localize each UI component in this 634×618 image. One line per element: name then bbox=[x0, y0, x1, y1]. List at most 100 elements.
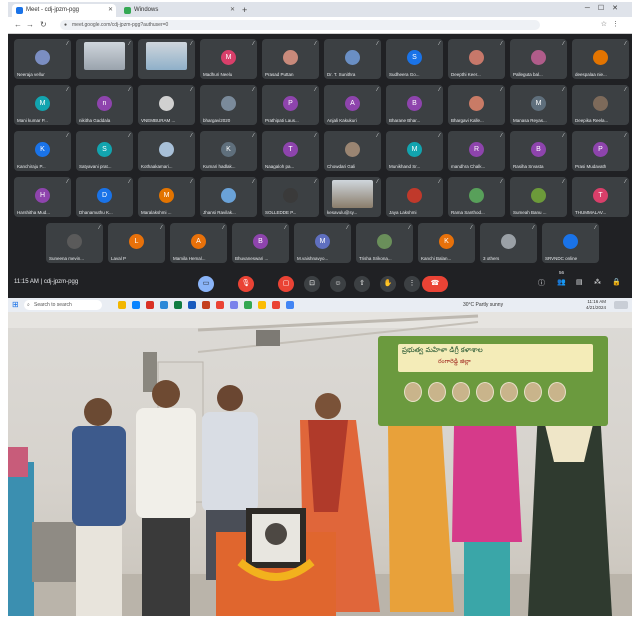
excel-icon[interactable] bbox=[174, 301, 182, 309]
participant-tile[interactable]: H ⁄ Harshitha Mud... bbox=[14, 177, 71, 217]
participant-tile[interactable]: P ⁄ Prathipati Laus... bbox=[262, 85, 319, 125]
captions-icon[interactable]: ▭ bbox=[198, 276, 214, 292]
window-controls[interactable]: ─☐✕ bbox=[585, 3, 626, 15]
edge-icon[interactable] bbox=[132, 301, 140, 309]
participant-tile[interactable]: ⁄ Jaya Lakshmi bbox=[386, 177, 443, 217]
forward-icon[interactable]: → bbox=[26, 19, 34, 31]
participant-tile[interactable]: ⁄ kesavulu@sy... bbox=[324, 177, 381, 217]
participant-tile[interactable]: ⁄ bbox=[138, 39, 195, 79]
participant-tile[interactable]: ⁄ Trisha Srikona... bbox=[356, 223, 413, 263]
avatar bbox=[159, 96, 174, 111]
participant-tile[interactable]: M ⁄ Manasa Reyas... bbox=[510, 85, 567, 125]
system-clock[interactable]: 11:16 AM 4/21/2024 bbox=[586, 299, 606, 311]
banner-portrait bbox=[524, 382, 542, 402]
participant-tile[interactable]: K ⁄ Kumari hadlak... bbox=[200, 131, 257, 171]
word-icon[interactable] bbox=[188, 301, 196, 309]
participant-tile[interactable]: P ⁄ Prasi Mudavath bbox=[572, 131, 629, 171]
participant-tile[interactable]: ⁄ Bhargavi Kalle... bbox=[448, 85, 505, 125]
tab-meet[interactable]: Meet - cdj-jpzm-pgg ✕ bbox=[12, 4, 116, 17]
participant-tile[interactable]: ⁄ Prasad Puttan bbox=[262, 39, 319, 79]
participant-tile[interactable]: n ⁄ nikitha Gaddala bbox=[76, 85, 133, 125]
side-table bbox=[32, 522, 82, 582]
participant-tile[interactable]: ⁄ Deepika Reela... bbox=[572, 85, 629, 125]
emoji-icon[interactable]: ☺ bbox=[330, 276, 346, 292]
participant-tile[interactable]: ⁄ Suneena mevin... bbox=[46, 223, 103, 263]
end-call-button[interactable]: ☎ bbox=[422, 276, 448, 292]
more-options-icon[interactable]: ⋮ bbox=[404, 276, 420, 292]
participant-tile[interactable]: S ⁄ Sudheera Go... bbox=[386, 39, 443, 79]
participant-tile[interactable]: ⁄ SRVNDC online bbox=[542, 223, 599, 263]
participant-tile[interactable]: ⁄ Dr. T. Sunithra bbox=[324, 39, 381, 79]
app-icon[interactable] bbox=[286, 301, 294, 309]
participant-tile[interactable]: M ⁄ Madhuri Neelu bbox=[200, 39, 257, 79]
mic-off-icon[interactable]: 🎙 bbox=[238, 276, 254, 292]
participant-tile[interactable]: ⁄ Kothaakamari... bbox=[138, 131, 195, 171]
participant-tile[interactable]: B ⁄ Bharane Bhar... bbox=[386, 85, 443, 125]
participant-tile[interactable]: ⁄ deespalaa nie... bbox=[572, 39, 629, 79]
close-icon[interactable]: ✕ bbox=[108, 4, 113, 17]
participant-tile[interactable]: ⁄ Palleguta bal... bbox=[510, 39, 567, 79]
avatar: M bbox=[221, 50, 236, 65]
participant-tile[interactable]: B ⁄ Bhuvaneswari ... bbox=[232, 223, 289, 263]
app-icon[interactable] bbox=[244, 301, 252, 309]
participant-tile[interactable]: ⁄ Deepthi Keer... bbox=[448, 39, 505, 79]
participant-tile[interactable]: ⁄ SOLLEDDE P... bbox=[262, 177, 319, 217]
new-tab-icon[interactable]: + bbox=[242, 4, 247, 16]
address-bar[interactable]: ● meet.google.com/cdj-jpzm-pgg?authuser=… bbox=[60, 20, 540, 30]
participant-tile[interactable]: ⁄ 3 others bbox=[480, 223, 537, 263]
participant-tile[interactable]: ⁄ Rama Santhod... bbox=[448, 177, 505, 217]
participant-tile[interactable]: R ⁄ mandhra Chalk... bbox=[448, 131, 505, 171]
file-explorer-icon[interactable] bbox=[118, 301, 126, 309]
app-icon[interactable] bbox=[258, 301, 266, 309]
reload-icon[interactable]: ↻ bbox=[40, 19, 47, 31]
participant-tile[interactable]: ⁄ Neeraja vellur bbox=[14, 39, 71, 79]
taskbar-search[interactable]: ⌕ Search to search bbox=[24, 300, 102, 310]
participant-tile[interactable]: M ⁄ Mani kumar P... bbox=[14, 85, 71, 125]
close-icon[interactable]: ✕ bbox=[230, 4, 235, 17]
chrome-icon[interactable] bbox=[272, 301, 280, 309]
participant-name: Prasad Puttan bbox=[265, 72, 294, 77]
lock-icon: ● bbox=[64, 22, 68, 28]
participant-tile[interactable]: M ⁄ Munikhand Sr... bbox=[386, 131, 443, 171]
back-icon[interactable]: ← bbox=[14, 19, 22, 31]
mail-icon[interactable] bbox=[160, 301, 168, 309]
participant-tile[interactable]: ⁄ Chowdari Gali bbox=[324, 131, 381, 171]
chat-icon[interactable]: ▤ bbox=[576, 278, 583, 286]
weather-widget[interactable]: 30°C Partly sunny bbox=[463, 300, 503, 310]
powerpoint-icon[interactable] bbox=[202, 301, 210, 309]
activities-icon[interactable]: ⁂ bbox=[594, 278, 601, 286]
app-icon[interactable] bbox=[146, 301, 154, 309]
participant-tile[interactable]: ⁄ bbox=[76, 39, 133, 79]
participant-tile[interactable]: S ⁄ Satyavani prat... bbox=[76, 131, 133, 171]
windows-start-icon[interactable]: ⊞ bbox=[12, 300, 19, 310]
participant-tile[interactable]: M ⁄ Maralakshmi ... bbox=[138, 177, 195, 217]
participant-tile[interactable]: A ⁄ Mamila Hemal... bbox=[170, 223, 227, 263]
camera-off-icon[interactable]: ▢ bbox=[278, 276, 294, 292]
captions-cc-icon[interactable]: ⊡ bbox=[304, 276, 320, 292]
info-icon[interactable]: ⓘ bbox=[538, 278, 545, 288]
tab-windows[interactable]: Windows ✕ bbox=[120, 4, 238, 17]
teams-icon[interactable] bbox=[230, 301, 238, 309]
participant-grid: ⁄ Neeraja vellur ⁄ ⁄ M ⁄ Madhuri Neelu ⁄ Prasad … bbox=[8, 35, 632, 270]
participant-tile[interactable]: ⁄ Sumeah Banu ... bbox=[510, 177, 567, 217]
people-icon[interactable]: 👥 bbox=[557, 278, 566, 286]
notification-icon[interactable] bbox=[614, 301, 628, 309]
present-icon[interactable]: ⇧ bbox=[354, 276, 370, 292]
participant-tile[interactable]: L ⁄ Laval P bbox=[108, 223, 165, 263]
participant-tile[interactable]: T ⁄ THUMMALAV... bbox=[572, 177, 629, 217]
participant-tile[interactable]: ⁄ Jhansi Ravilak... bbox=[200, 177, 257, 217]
chrome-icon[interactable] bbox=[216, 301, 224, 309]
lock-icon[interactable]: 🔒 bbox=[612, 278, 621, 286]
participant-tile[interactable]: A ⁄ Anjali Kakukuri bbox=[324, 85, 381, 125]
participant-name: Satyavani prat... bbox=[79, 164, 112, 169]
toolbar-icons[interactable]: ☆⋮ bbox=[601, 19, 624, 31]
participant-tile[interactable]: D ⁄ Dhanamuthu K... bbox=[76, 177, 133, 217]
participant-tile[interactable]: T ⁄ Naagaloh pa... bbox=[262, 131, 319, 171]
raise-hand-icon[interactable]: ✋ bbox=[380, 276, 396, 292]
participant-tile[interactable]: K ⁄ Kanchiraju P... bbox=[14, 131, 71, 171]
participant-tile[interactable]: ⁄ bhargavi2020 bbox=[200, 85, 257, 125]
participant-tile[interactable]: M ⁄ M.vaishnavyo... bbox=[294, 223, 351, 263]
participant-tile[interactable]: ⁄ VNEMBURAM ... bbox=[138, 85, 195, 125]
participant-tile[interactable]: B ⁄ Rasiha Srvasta bbox=[510, 131, 567, 171]
participant-tile[interactable]: K ⁄ Kanchi Balan... bbox=[418, 223, 475, 263]
